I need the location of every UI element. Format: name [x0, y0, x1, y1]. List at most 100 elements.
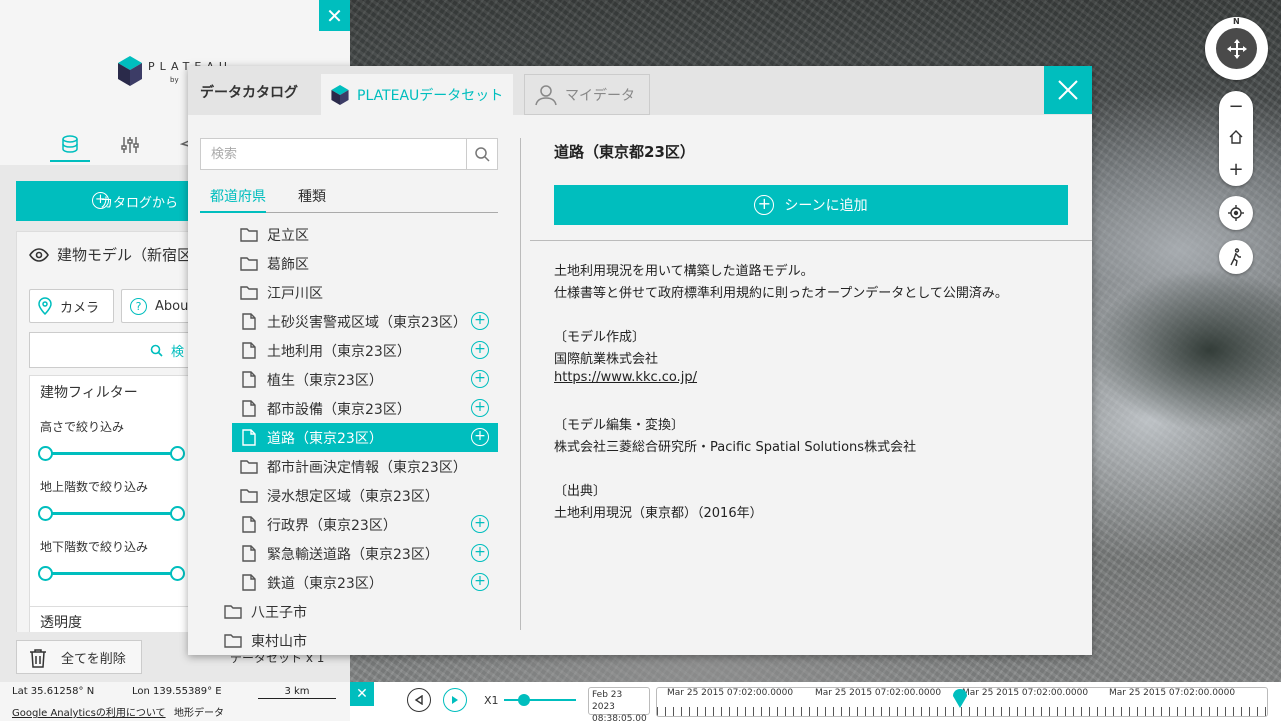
- add-dataset-icon[interactable]: +: [471, 370, 489, 388]
- file-icon: [240, 342, 258, 360]
- eye-icon[interactable]: [29, 247, 49, 262]
- layer-title-text: 建物モデル（新宿区: [57, 246, 193, 264]
- subtab-prefecture[interactable]: 都道府県: [210, 186, 266, 206]
- tree-dataset-item[interactable]: 植生（東京23区） +: [232, 365, 498, 394]
- plateau-cube-icon: [331, 84, 349, 105]
- catalog-search-input[interactable]: [201, 139, 466, 169]
- compass-north-label: N: [1233, 17, 1240, 26]
- modal-title: データカタログ: [200, 85, 298, 101]
- description-link[interactable]: https://www.kkc.co.jp/: [554, 370, 697, 385]
- add-dataset-icon[interactable]: +: [471, 544, 489, 562]
- folder-icon: [240, 284, 258, 302]
- pedestrian-mode-button[interactable]: [1219, 240, 1253, 274]
- tab-my-data[interactable]: マイデータ: [524, 74, 650, 115]
- speed-slider-handle[interactable]: [518, 694, 530, 706]
- camera-button[interactable]: カメラ: [29, 289, 114, 323]
- tree-item-label: 土地利用（東京23区）: [267, 343, 411, 360]
- folder-icon: [240, 226, 258, 244]
- tree-folder-item[interactable]: 足立区: [232, 220, 498, 249]
- description-line: 土地利用現況を用いて構築した道路モデル。: [554, 264, 814, 279]
- tree-dataset-item[interactable]: 緊急輸送道路（東京23区） +: [232, 539, 498, 568]
- tab-data-icon[interactable]: [50, 128, 90, 162]
- tree-dataset-item[interactable]: 道路（東京23区） +: [232, 423, 498, 452]
- tree-item-label: 植生（東京23区）: [267, 372, 383, 389]
- zoom-out-button[interactable]: −: [1219, 91, 1253, 121]
- tree-item-label: 葛飾区: [267, 256, 309, 273]
- about-label: Abou: [155, 298, 189, 314]
- subtab-active-indicator: [200, 211, 266, 213]
- filter-title: 建物フィルター: [40, 385, 138, 401]
- folder-icon: [224, 603, 242, 621]
- add-dataset-icon[interactable]: +: [471, 312, 489, 330]
- plateau-logo: [118, 56, 142, 86]
- tree-dataset-item[interactable]: 鉄道（東京23区） +: [232, 568, 498, 597]
- add-dataset-icon[interactable]: +: [471, 399, 489, 417]
- home-button[interactable]: [1219, 122, 1253, 152]
- timeline-tick-label: Mar 25 2015 07:02:00.0000: [667, 688, 794, 698]
- crosshair-icon: [1228, 205, 1244, 221]
- left-panel-close-button[interactable]: ✕: [319, 0, 350, 31]
- tree-folder-item[interactable]: 東村山市: [224, 626, 498, 655]
- tree-folder-item[interactable]: 八王子市: [224, 597, 498, 626]
- add-dataset-icon[interactable]: +: [471, 573, 489, 591]
- my-location-button[interactable]: [1219, 196, 1253, 230]
- current-date: Feb 23 2023: [592, 690, 623, 712]
- move-arrows-icon[interactable]: [1216, 28, 1257, 69]
- tree-folder-item[interactable]: 葛飾区: [232, 249, 498, 278]
- search-in-layer-button[interactable]: 検: [29, 332, 204, 368]
- play-reverse-button[interactable]: [407, 688, 431, 712]
- walking-person-icon: [1230, 248, 1241, 266]
- file-icon: [240, 371, 258, 389]
- google-analytics-link[interactable]: Google Analyticsの利用について: [12, 704, 166, 719]
- current-date-box[interactable]: Feb 23 2023 08:38:05.00: [588, 687, 650, 721]
- zoom-in-button[interactable]: +: [1219, 154, 1253, 184]
- timeline-tick-label: Mar 25 2015 07:02:00.0000: [1109, 688, 1236, 698]
- add-dataset-icon[interactable]: +: [471, 341, 489, 359]
- subtab-type[interactable]: 種類: [298, 186, 326, 206]
- dataset-tree: 足立区 葛飾区 江戸川区 土砂災害警戒区域（東京23区） + 土地利用（東京23区） + 植生…: [188, 218, 508, 655]
- tab-settings-sliders-icon[interactable]: [110, 128, 150, 162]
- add-dataset-icon[interactable]: +: [471, 515, 489, 533]
- speed-slider[interactable]: [504, 699, 576, 701]
- tree-folder-item[interactable]: 浸水想定区域（東京23区）: [232, 481, 498, 510]
- below-floors-range-slider[interactable]: [38, 566, 185, 581]
- detail-divider: [530, 240, 1092, 241]
- tree-dataset-item[interactable]: 行政界（東京23区） +: [232, 510, 498, 539]
- add-to-scene-button[interactable]: + シーンに追加: [554, 185, 1068, 225]
- zoom-controls: − +: [1219, 91, 1253, 186]
- layer-card: 建物モデル（新宿区 カメラ ? Abou 検 建物フィルター 高さで絞り込み 地…: [16, 231, 209, 651]
- tree-item-label: 道路（東京23区）: [267, 430, 383, 447]
- add-from-catalog-button[interactable]: + カタログから: [16, 181, 206, 221]
- above-floors-range-slider[interactable]: [38, 506, 185, 521]
- tree-item-label: 足立区: [267, 227, 309, 244]
- search-icon: [475, 146, 490, 162]
- modal-header: データカタログ PLATEAUデータセット マイデータ: [188, 66, 1092, 115]
- tree-dataset-item[interactable]: 都市設備（東京23区） +: [232, 394, 498, 423]
- add-dataset-icon[interactable]: +: [471, 428, 489, 446]
- timeline-marker[interactable]: [952, 686, 968, 708]
- delete-all-button[interactable]: 全てを削除: [16, 640, 142, 674]
- longitude-readout: Lon 139.55389° E: [132, 686, 222, 697]
- tree-dataset-item[interactable]: 土砂災害警戒区域（東京23区） +: [232, 307, 498, 336]
- tree-item-label: 浸水想定区域（東京23区）: [267, 488, 439, 505]
- tab-plateau-dataset[interactable]: PLATEAUデータセット: [321, 74, 513, 115]
- tree-dataset-item[interactable]: 土地利用（東京23区） +: [232, 336, 498, 365]
- catalog-search-button[interactable]: [466, 139, 498, 169]
- description-line: 〔モデル作成〕: [554, 330, 646, 345]
- height-range-slider[interactable]: [38, 446, 185, 461]
- play-button[interactable]: [443, 688, 467, 712]
- modal-close-button[interactable]: [1044, 66, 1092, 114]
- camera-label: カメラ: [60, 300, 100, 316]
- tree-folder-item[interactable]: 江戸川区: [232, 278, 498, 307]
- user-icon: [535, 84, 557, 105]
- pane-divider: [520, 138, 521, 630]
- tree-folder-item[interactable]: 都市計画決定情報（東京23区）: [232, 452, 498, 481]
- timeline-tick-label: Mar 25 2015 07:02:00.0000: [962, 688, 1089, 698]
- file-icon: [240, 574, 258, 592]
- filter-label-above-floors: 地上階数で絞り込み: [40, 480, 149, 494]
- description-line: 〔モデル編集・変換〕: [554, 418, 685, 433]
- compass[interactable]: N: [1205, 17, 1268, 80]
- filter-label-below-floors: 地下階数で絞り込み: [40, 540, 149, 554]
- terrain-data-link[interactable]: 地形データ: [174, 704, 224, 719]
- timeline-close-button[interactable]: ✕: [350, 682, 374, 706]
